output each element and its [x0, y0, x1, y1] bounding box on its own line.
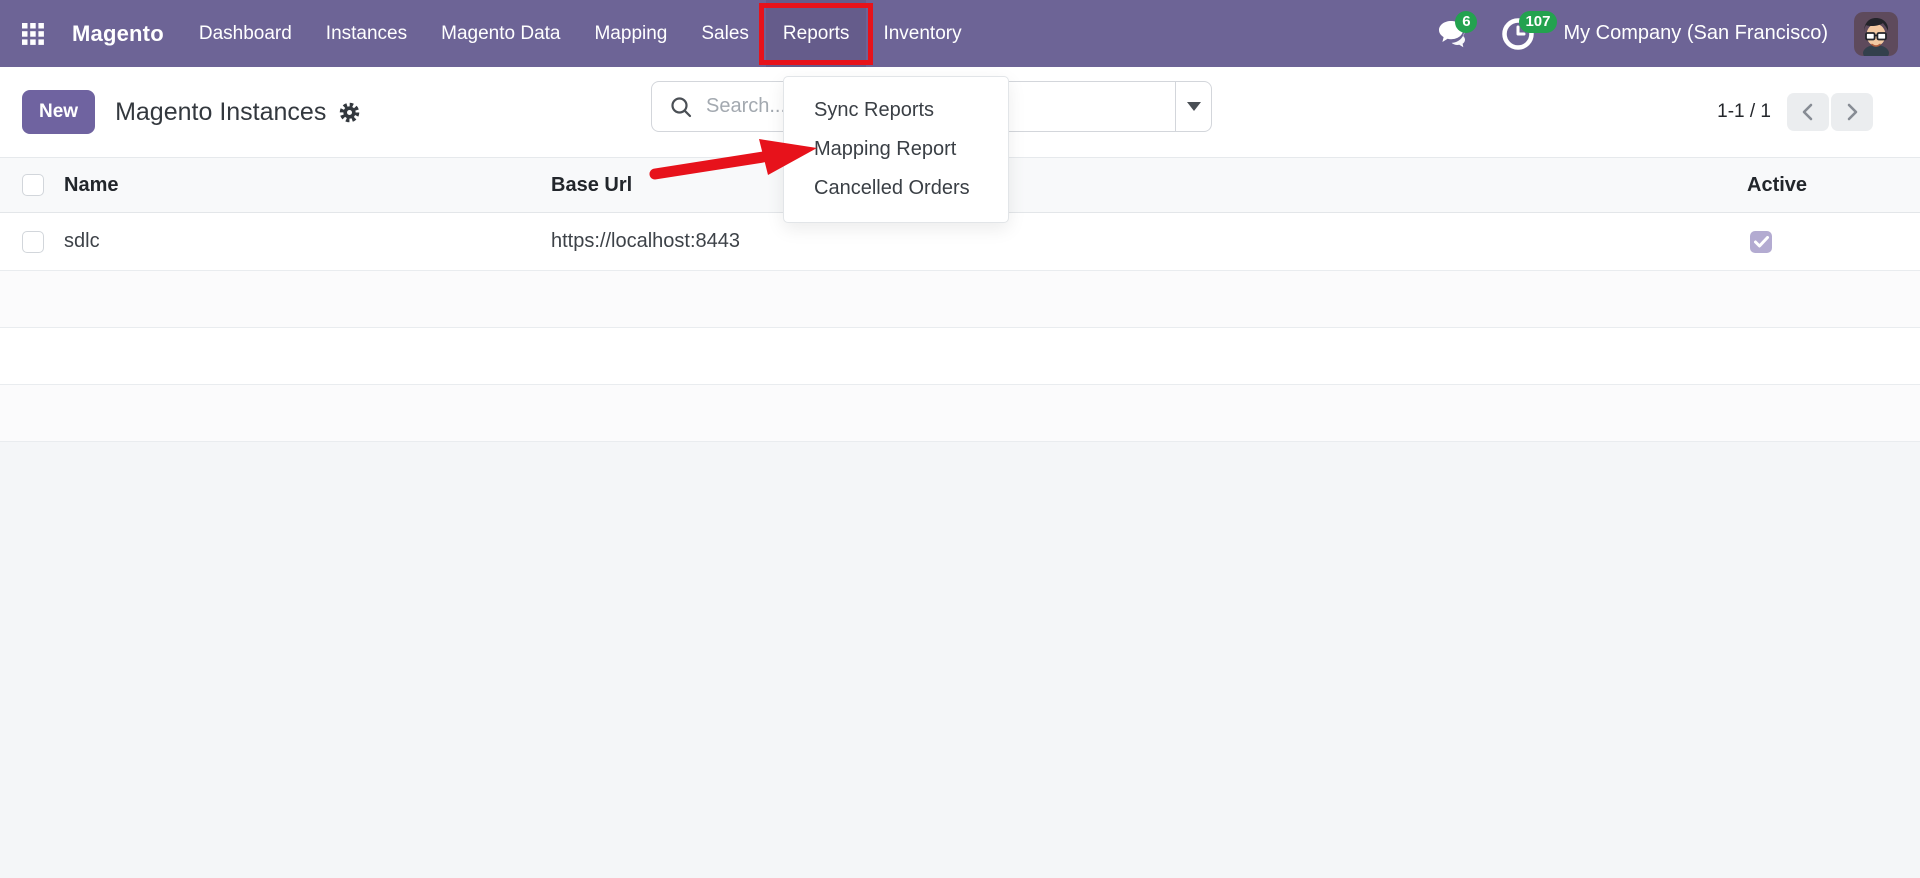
- empty-row: [0, 385, 1920, 442]
- pager: 1-1 / 1: [1717, 67, 1873, 157]
- nav-inventory[interactable]: Inventory: [866, 0, 978, 67]
- pager-next-button[interactable]: [1831, 93, 1873, 131]
- empty-row: [0, 328, 1920, 385]
- chevron-right-icon: [1847, 103, 1858, 121]
- gear-icon[interactable]: [338, 101, 361, 124]
- nav-reports[interactable]: Reports: [758, 0, 874, 67]
- row-base-url-cell[interactable]: https://localhost:8443: [551, 230, 1730, 253]
- nav-reports-label: Reports: [782, 22, 850, 44]
- user-avatar[interactable]: [1854, 11, 1898, 56]
- empty-row: [0, 271, 1920, 328]
- new-button[interactable]: New: [22, 90, 96, 134]
- nav-mapping[interactable]: Mapping: [577, 0, 684, 67]
- instances-list: Name Base Url Active sdlc https://localh…: [0, 157, 1920, 878]
- nav-magento-data[interactable]: Magento Data: [424, 0, 577, 67]
- breadcrumb-area: New Magento Instances: [22, 67, 361, 157]
- row-active-checkbox[interactable]: [1750, 230, 1772, 253]
- topbar: Magento Dashboard Instances Magento Data…: [0, 0, 1920, 67]
- reports-dropdown-menu: Sync Reports Mapping Report Cancelled Or…: [783, 76, 1009, 223]
- nav-instances[interactable]: Instances: [309, 0, 424, 67]
- column-header-active[interactable]: Active: [1730, 174, 1920, 197]
- activities-badge: 107: [1519, 10, 1557, 33]
- chevron-down-icon: [1186, 102, 1201, 111]
- nav-sales[interactable]: Sales: [684, 0, 766, 67]
- content-background: [0, 442, 1920, 878]
- topbar-right: 6 107 My Company (San Francisco): [1435, 10, 1920, 56]
- messages-badge: 6: [1455, 10, 1478, 33]
- menu-item-sync-reports[interactable]: Sync Reports: [784, 91, 1008, 130]
- main-nav: Dashboard Instances Magento Data Mapping…: [182, 0, 979, 67]
- chevron-left-icon: [1802, 103, 1813, 121]
- page-title-text: Magento Instances: [115, 97, 327, 126]
- pager-previous-button[interactable]: [1787, 93, 1829, 131]
- search-icon: [671, 96, 692, 117]
- row-select-checkbox[interactable]: [22, 230, 44, 253]
- select-all-checkbox[interactable]: [22, 174, 44, 196]
- app-brand[interactable]: Magento: [72, 21, 164, 47]
- search-filters-toggle[interactable]: [1175, 82, 1211, 131]
- menu-item-cancelled-orders[interactable]: Cancelled Orders: [784, 169, 1008, 208]
- column-header-base-url[interactable]: Base Url: [551, 174, 1730, 197]
- activities-button[interactable]: 107: [1499, 10, 1557, 53]
- messages-button[interactable]: 6: [1435, 10, 1478, 53]
- row-name-cell[interactable]: sdlc: [64, 230, 551, 253]
- menu-item-mapping-report[interactable]: Mapping Report: [784, 130, 1008, 169]
- column-header-name[interactable]: Name: [64, 174, 551, 197]
- apps-grid-icon[interactable]: [22, 22, 44, 45]
- nav-dashboard[interactable]: Dashboard: [182, 0, 309, 67]
- checkmark-icon: [1753, 235, 1769, 247]
- page-title: Magento Instances: [115, 98, 361, 127]
- pager-range: 1-1 / 1: [1717, 101, 1771, 122]
- company-switcher[interactable]: My Company (San Francisco): [1563, 22, 1828, 45]
- pager-buttons: [1787, 93, 1873, 131]
